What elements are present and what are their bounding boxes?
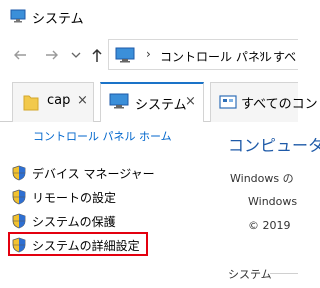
tab-system[interactable]: システム × [100, 82, 204, 123]
computer-info-heading: コンピュータ [228, 136, 320, 155]
navigation-bar: › コントロール パネル › すべ [0, 33, 298, 76]
close-icon[interactable]: × [185, 94, 196, 109]
close-icon[interactable]: × [77, 93, 88, 108]
computer-icon [10, 9, 26, 26]
tab-cap[interactable]: cap × [12, 82, 94, 122]
system-section-heading: システム [228, 268, 272, 281]
shield-icon [12, 165, 26, 184]
forward-arrow-icon[interactable] [44, 47, 60, 63]
section-divider [270, 273, 298, 274]
top-edge-decoration [180, 0, 240, 3]
shield-icon [12, 189, 26, 208]
tab-bar: cap × システム × すべてのコン [0, 76, 318, 123]
highlight-annotation [8, 232, 148, 256]
back-arrow-icon[interactable] [12, 47, 28, 63]
title-bar: システム [0, 0, 298, 33]
up-arrow-icon[interactable] [90, 47, 106, 63]
control-panel-home-link[interactable]: コントロール パネル ホーム [33, 128, 172, 144]
windows-edition-value: Windows [248, 195, 298, 208]
chevron-right-icon[interactable]: › [146, 47, 151, 61]
tab-system-label: システム [135, 98, 187, 113]
computer-icon [109, 93, 129, 112]
chevron-down-icon[interactable] [70, 47, 86, 63]
sidebar-item-label: デバイス マネージャー [32, 167, 155, 181]
tab-all-items-label: すべてのコン [241, 97, 318, 112]
sidebar-item-system-protection[interactable]: システムの保護 [10, 210, 150, 232]
tab-all-items[interactable]: すべてのコン [210, 82, 318, 122]
window-title: システム [32, 12, 84, 27]
sidebar-item-label: リモートの設定 [32, 191, 117, 205]
control-panel-icon [219, 94, 237, 113]
breadcrumb-control-panel[interactable]: コントロール パネル [160, 48, 272, 65]
system-panel: コントロール パネル ホーム デバイス マネージャー リモートの設定 システムの… [0, 122, 320, 288]
sidebar-item-device-manager[interactable]: デバイス マネージャー [10, 162, 155, 184]
computer-icon [115, 47, 135, 66]
copyright-text: © 2019 [248, 219, 291, 232]
windows-edition-label: Windows の [230, 172, 294, 185]
sidebar-item-label: システムの保護 [32, 215, 116, 229]
sidebar-item-remote-settings[interactable]: リモートの設定 [10, 186, 150, 208]
folder-icon [23, 93, 39, 114]
chevron-right-icon[interactable]: › [259, 47, 264, 61]
address-bar[interactable]: › コントロール パネル › すべ [108, 39, 298, 70]
shield-icon [12, 213, 26, 232]
tab-cap-label: cap [47, 93, 71, 108]
breadcrumb-all-items[interactable]: すべ [273, 48, 296, 65]
